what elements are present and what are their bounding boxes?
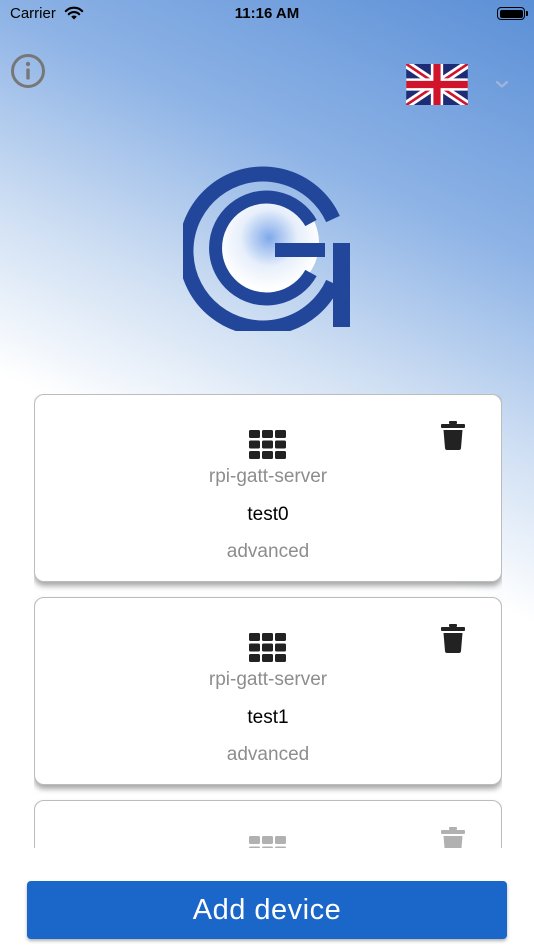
- device-server-label: rpi-gatt-server: [208, 466, 328, 487]
- device-card[interactable]: rpi-gatt-server test1 advanced: [34, 597, 502, 785]
- grid-icon: [249, 836, 287, 848]
- grid-icon: [249, 430, 287, 459]
- clock: 11:16 AM: [234, 5, 300, 22]
- device-mode-label: advanced: [226, 541, 310, 562]
- uk-flag-icon[interactable]: [403, 60, 471, 109]
- device-name: test0: [247, 504, 289, 525]
- info-icon[interactable]: [10, 53, 46, 89]
- battery-icon: [497, 7, 528, 20]
- chevron-down-icon[interactable]: [494, 76, 510, 92]
- device-name: test1: [247, 707, 289, 728]
- device-list[interactable]: rpi-gatt-server test0 advanced rpi-gatt-…: [34, 394, 502, 848]
- g-logo: [178, 161, 353, 336]
- trash-icon[interactable]: [441, 827, 465, 848]
- device-card[interactable]: rpi-gatt-server test0 advanced: [34, 394, 502, 582]
- trash-icon[interactable]: [441, 624, 465, 653]
- device-server-label: rpi-gatt-server: [208, 669, 328, 690]
- device-mode-label: advanced: [226, 744, 310, 765]
- add-device-button[interactable]: Add device: [27, 881, 507, 939]
- status-bar: Carrier 11:16 AM: [0, 0, 534, 30]
- device-card[interactable]: [34, 800, 502, 848]
- trash-icon[interactable]: [441, 421, 465, 450]
- grid-icon: [249, 633, 287, 662]
